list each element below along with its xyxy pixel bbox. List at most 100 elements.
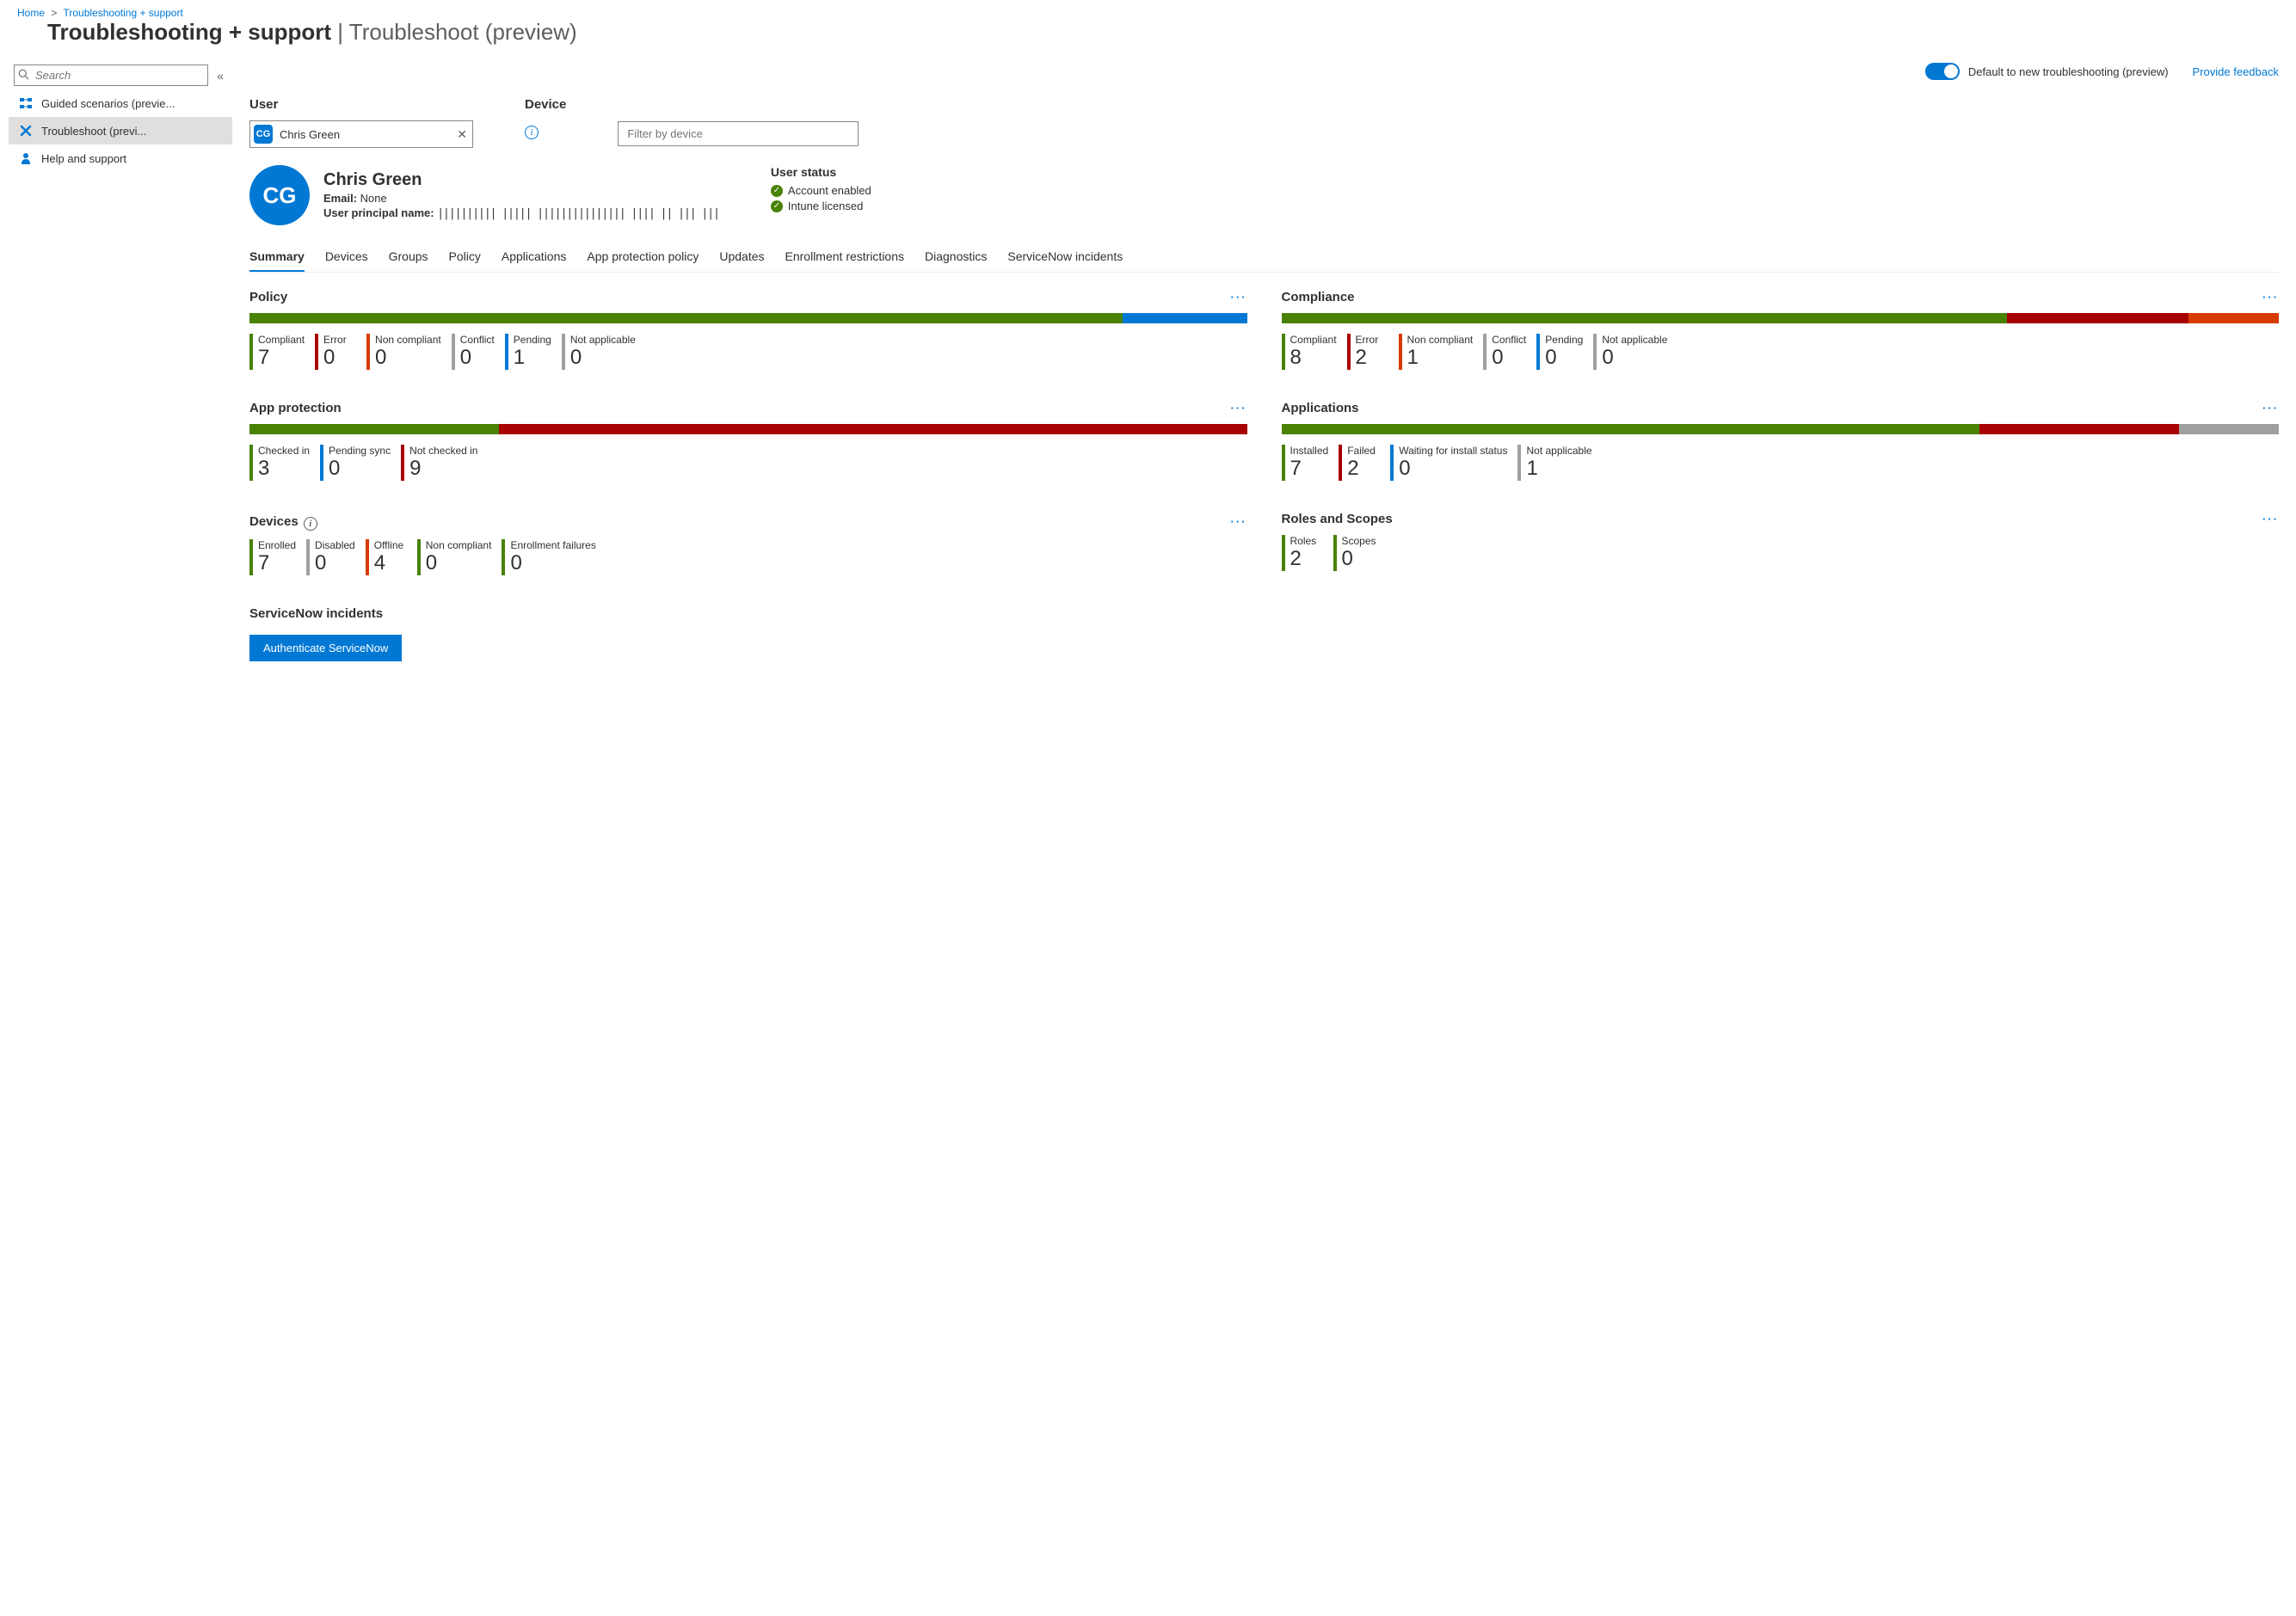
stat-label: Checked in (258, 445, 310, 457)
stat[interactable]: Disabled0 (306, 539, 355, 575)
info-icon[interactable]: i (525, 126, 539, 139)
stat-label: Error (323, 334, 356, 346)
tab-app-protection[interactable]: App protection policy (587, 243, 699, 272)
more-icon[interactable]: ··· (1231, 402, 1247, 415)
stat-value: 0 (510, 551, 595, 575)
more-icon[interactable]: ··· (2262, 513, 2279, 525)
stat[interactable]: Roles2 (1282, 535, 1323, 571)
stat[interactable]: Pending0 (1536, 334, 1583, 370)
card-title: Applications (1282, 401, 1359, 415)
bar-seg-compliant (1282, 313, 2007, 323)
user-chip-avatar: CG (254, 125, 273, 144)
sidebar-item-troubleshoot[interactable]: Troubleshoot (previ... (9, 117, 232, 144)
stat[interactable]: Compliant7 (249, 334, 305, 370)
user-name: Chris Green (323, 170, 719, 190)
stat-label: Conflict (460, 334, 495, 346)
status-account: Account enabled (788, 184, 871, 197)
stat[interactable]: Conflict0 (1483, 334, 1526, 370)
tab-servicenow[interactable]: ServiceNow incidents (1007, 243, 1123, 272)
close-icon[interactable]: ✕ (457, 127, 467, 142)
bar-seg-error (2007, 313, 2188, 323)
compliance-stats: Compliant8 Error2 Non compliant1Conflict0 P… (1282, 334, 2280, 370)
stat-label: Not applicable (570, 334, 636, 346)
stat[interactable]: Not checked in9 (401, 445, 477, 481)
upn-value: |||||||||| ||||| ||||||||||||||| |||| ||… (437, 207, 719, 220)
stat-value: 0 (1492, 346, 1526, 370)
stat[interactable]: Installed7 (1282, 445, 1329, 481)
more-icon[interactable]: ··· (1231, 291, 1247, 304)
stat-label: Not checked in (409, 445, 477, 457)
default-troubleshoot-toggle[interactable] (1925, 63, 1960, 80)
stat[interactable]: Not applicable0 (562, 334, 636, 370)
stat[interactable]: Waiting for install status0 (1390, 445, 1507, 481)
breadcrumb-home[interactable]: Home (17, 7, 45, 19)
stat[interactable]: Offline4 (366, 539, 407, 575)
stat-label: Error (1356, 334, 1388, 346)
stat[interactable]: Scopes0 (1333, 535, 1376, 571)
stat-label: Failed (1347, 445, 1380, 457)
collapse-sidebar-icon[interactable]: « (213, 65, 227, 86)
troubleshoot-icon (19, 124, 33, 138)
breadcrumb-section[interactable]: Troubleshooting + support (64, 7, 183, 19)
stat-label: Scopes (1342, 535, 1376, 547)
servicenow-section: ServiceNow incidents Authenticate Servic… (249, 606, 2279, 661)
stat[interactable]: Error2 (1347, 334, 1388, 370)
bar-seg-noncompliant (2188, 313, 2279, 323)
stat[interactable]: Not applicable0 (1593, 334, 1667, 370)
applications-bar (1282, 424, 2280, 434)
stat-value: 0 (1399, 457, 1507, 481)
sidebar-search[interactable] (14, 65, 208, 86)
tab-diagnostics[interactable]: Diagnostics (925, 243, 987, 272)
more-icon[interactable]: ··· (2262, 291, 2279, 304)
page-title-sub: Troubleshoot (preview) (349, 19, 577, 45)
more-icon[interactable]: ··· (1231, 515, 1247, 528)
stat-value: 0 (1545, 346, 1583, 370)
tab-updates[interactable]: Updates (719, 243, 764, 272)
authenticate-servicenow-button[interactable]: Authenticate ServiceNow (249, 635, 402, 661)
check-icon: ✓ (771, 185, 783, 197)
card-applications: Applications ··· Installed7 Failed2 Waitin… (1282, 401, 2280, 481)
stat[interactable]: Non compliant0 (366, 334, 441, 370)
tab-devices[interactable]: Devices (325, 243, 368, 272)
stat[interactable]: Checked in3 (249, 445, 310, 481)
sidebar: « Guided scenarios (previe... Troublesho… (0, 52, 232, 696)
toggle-label: Default to new troubleshooting (preview) (1968, 65, 2169, 78)
stat[interactable]: Pending1 (505, 334, 551, 370)
tab-applications[interactable]: Applications (502, 243, 567, 272)
tab-groups[interactable]: Groups (389, 243, 428, 272)
more-icon[interactable]: ··· (2262, 402, 2279, 415)
user-status-title: User status (771, 165, 871, 179)
stat-label: Pending sync (329, 445, 391, 457)
stat[interactable]: Failed2 (1339, 445, 1380, 481)
stat[interactable]: Non compliant0 (417, 539, 492, 575)
user-chip[interactable]: CG Chris Green ✕ (249, 120, 473, 148)
stat[interactable]: Enrolled7 (249, 539, 296, 575)
bar-seg-na (2179, 424, 2279, 434)
stat-label: Compliant (258, 334, 305, 346)
tab-policy[interactable]: Policy (449, 243, 481, 272)
stat[interactable]: Pending sync0 (320, 445, 391, 481)
stat[interactable]: Not applicable1 (1517, 445, 1591, 481)
sidebar-item-guided[interactable]: Guided scenarios (previe... (9, 89, 232, 117)
stat[interactable]: Conflict0 (452, 334, 495, 370)
tab-enrollment[interactable]: Enrollment restrictions (785, 243, 905, 272)
stat-value: 1 (1407, 346, 1474, 370)
stat[interactable]: Error0 (315, 334, 356, 370)
provide-feedback-link[interactable]: Provide feedback (2193, 65, 2279, 78)
device-filter-input[interactable] (618, 121, 859, 146)
servicenow-title: ServiceNow incidents (249, 606, 2279, 621)
help-support-icon (19, 151, 33, 165)
user-chip-name: Chris Green (280, 128, 340, 141)
info-icon[interactable]: i (304, 517, 317, 531)
stat-label: Not applicable (1526, 445, 1591, 457)
stat[interactable]: Compliant8 (1282, 334, 1337, 370)
stat[interactable]: Non compliant1 (1399, 334, 1474, 370)
stat-value: 0 (460, 346, 495, 370)
card-title: App protection (249, 401, 342, 415)
sidebar-item-help[interactable]: Help and support (9, 144, 232, 172)
tab-summary[interactable]: Summary (249, 243, 305, 272)
stat-label: Pending (514, 334, 551, 346)
guided-scenarios-icon (19, 96, 33, 110)
stat[interactable]: Enrollment failures0 (502, 539, 595, 575)
search-input[interactable] (14, 65, 208, 86)
